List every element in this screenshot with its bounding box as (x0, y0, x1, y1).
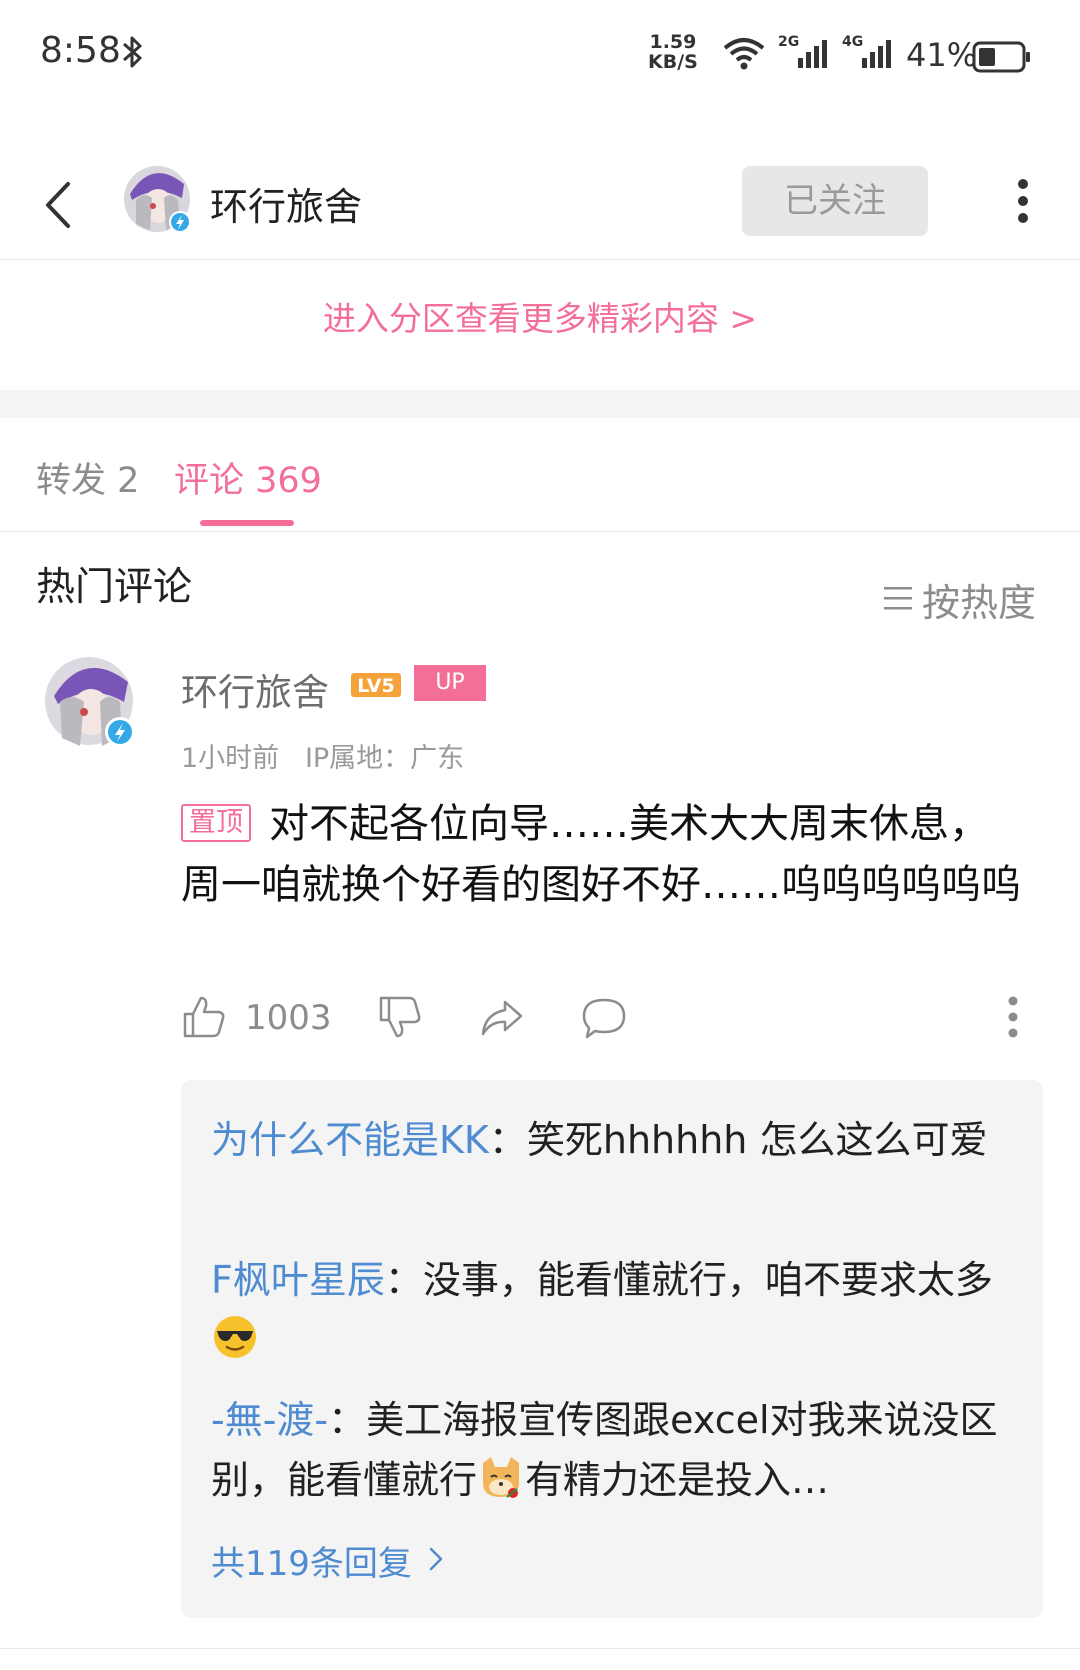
more-vertical-icon[interactable] (1007, 996, 1019, 1042)
tab-indicator (200, 520, 294, 526)
sort-button[interactable]: 按热度 (882, 572, 1036, 627)
reply-separator: ： (384, 1258, 423, 1302)
section-gap (0, 390, 1080, 418)
sim2-label: 4G (842, 34, 864, 50)
hot-comments-title: 热门评论 (36, 565, 193, 610)
sort-lines-icon (882, 578, 914, 622)
sim1-label: 2G (778, 34, 800, 50)
follow-button[interactable]: 已关注 (742, 166, 928, 236)
reply-username[interactable]: 为什么不能是KK (211, 1118, 489, 1162)
reply-text: 没事，能看懂就行，咱不要求太多 (422, 1258, 993, 1302)
network-speed: 1.59 KB/S (648, 32, 698, 72)
like-count: 1003 (245, 998, 332, 1038)
back-arrow-icon[interactable] (40, 180, 76, 234)
reply-username[interactable]: F枫叶星辰 (211, 1258, 385, 1302)
reply-item[interactable]: -無-渡-：美工海报宣传图跟excel对我来说没区别，能看懂就行 有精力还是投入… (211, 1390, 1001, 1510)
level-text: LV5 (357, 675, 394, 697)
avatar[interactable] (44, 656, 138, 750)
signal-4g-icon: 4G (842, 34, 898, 76)
wifi-icon (722, 36, 766, 76)
status-time: 8:58 (40, 30, 121, 71)
signal-2g-icon: 2G (778, 34, 834, 76)
up-badge: UP (414, 665, 486, 701)
thumbs-down-icon[interactable] (377, 994, 423, 1044)
reply-separator: ： (488, 1118, 527, 1162)
replies-box: 为什么不能是KK：笑死hhhhhh 怎么这么可爱 F枫叶星辰：没事，能看懂就行，… (181, 1080, 1043, 1618)
comment-content: 对不起各位向导……美术大大周末休息，周一咱就换个好看的图好不好……呜呜呜呜呜呜 (181, 801, 1021, 908)
view-all-replies-link[interactable]: 共119条回复 (211, 1536, 444, 1585)
divider (0, 531, 1080, 532)
level-badge: LV5 (350, 671, 402, 703)
reply-text-continued: 有精力还是投入… (525, 1458, 830, 1502)
enter-section-link[interactable]: 进入分区查看更多精彩内容 > (0, 292, 1080, 340)
dog-rose-emoji-icon (477, 1453, 525, 1501)
comment-username[interactable]: 环行旅舍 (181, 662, 329, 716)
avatar[interactable] (122, 164, 192, 234)
share-icon[interactable] (479, 998, 525, 1042)
bluetooth-icon (118, 34, 148, 74)
comment-meta: 1小时前 IP属地：广东 (181, 736, 464, 775)
reply-username[interactable]: -無-渡- (211, 1398, 328, 1442)
page-title: 环行旅舍 (210, 185, 363, 229)
reply-text: 笑死hhhhhh 怎么这么可爱 (526, 1118, 988, 1162)
divider (0, 259, 1080, 260)
top-bar: 环行旅舍 已关注 (0, 150, 1080, 260)
pinned-badge: 置顶 (181, 804, 251, 842)
reply-separator: ： (328, 1398, 367, 1442)
sort-label: 按热度 (922, 581, 1037, 625)
comment-time: 1小时前 (181, 743, 280, 774)
more-vertical-icon[interactable] (1016, 178, 1030, 228)
net-speed-unit: KB/S (648, 51, 698, 73)
chevron-right-icon (428, 1541, 444, 1581)
thumbs-up-icon[interactable] (181, 994, 227, 1044)
tab-forward[interactable]: 转发 2 (36, 452, 139, 503)
reply-bubble-icon[interactable] (581, 996, 627, 1044)
battery-percent: 41% (906, 36, 978, 74)
reply-item[interactable]: F枫叶星辰：没事，能看懂就行，咱不要求太多 (211, 1250, 1001, 1370)
comment-ip: IP属地：广东 (304, 743, 465, 774)
battery-icon (972, 40, 1032, 78)
status-bar: 8:58 1.59 KB/S 2G 4G 41% (0, 0, 1080, 112)
all-replies-label: 共119条回复 (211, 1544, 412, 1584)
sunglasses-emoji-icon (211, 1313, 259, 1361)
divider (0, 1648, 1080, 1649)
net-speed-value: 1.59 (649, 31, 697, 53)
comment-text: 置顶 对不起各位向导……美术大大周末休息，周一咱就换个好看的图好不好……呜呜呜呜呜… (181, 794, 1021, 916)
tab-comments[interactable]: 评论 369 (174, 452, 322, 503)
reply-item[interactable]: 为什么不能是KK：笑死hhhhhh 怎么这么可爱 (211, 1110, 1001, 1170)
